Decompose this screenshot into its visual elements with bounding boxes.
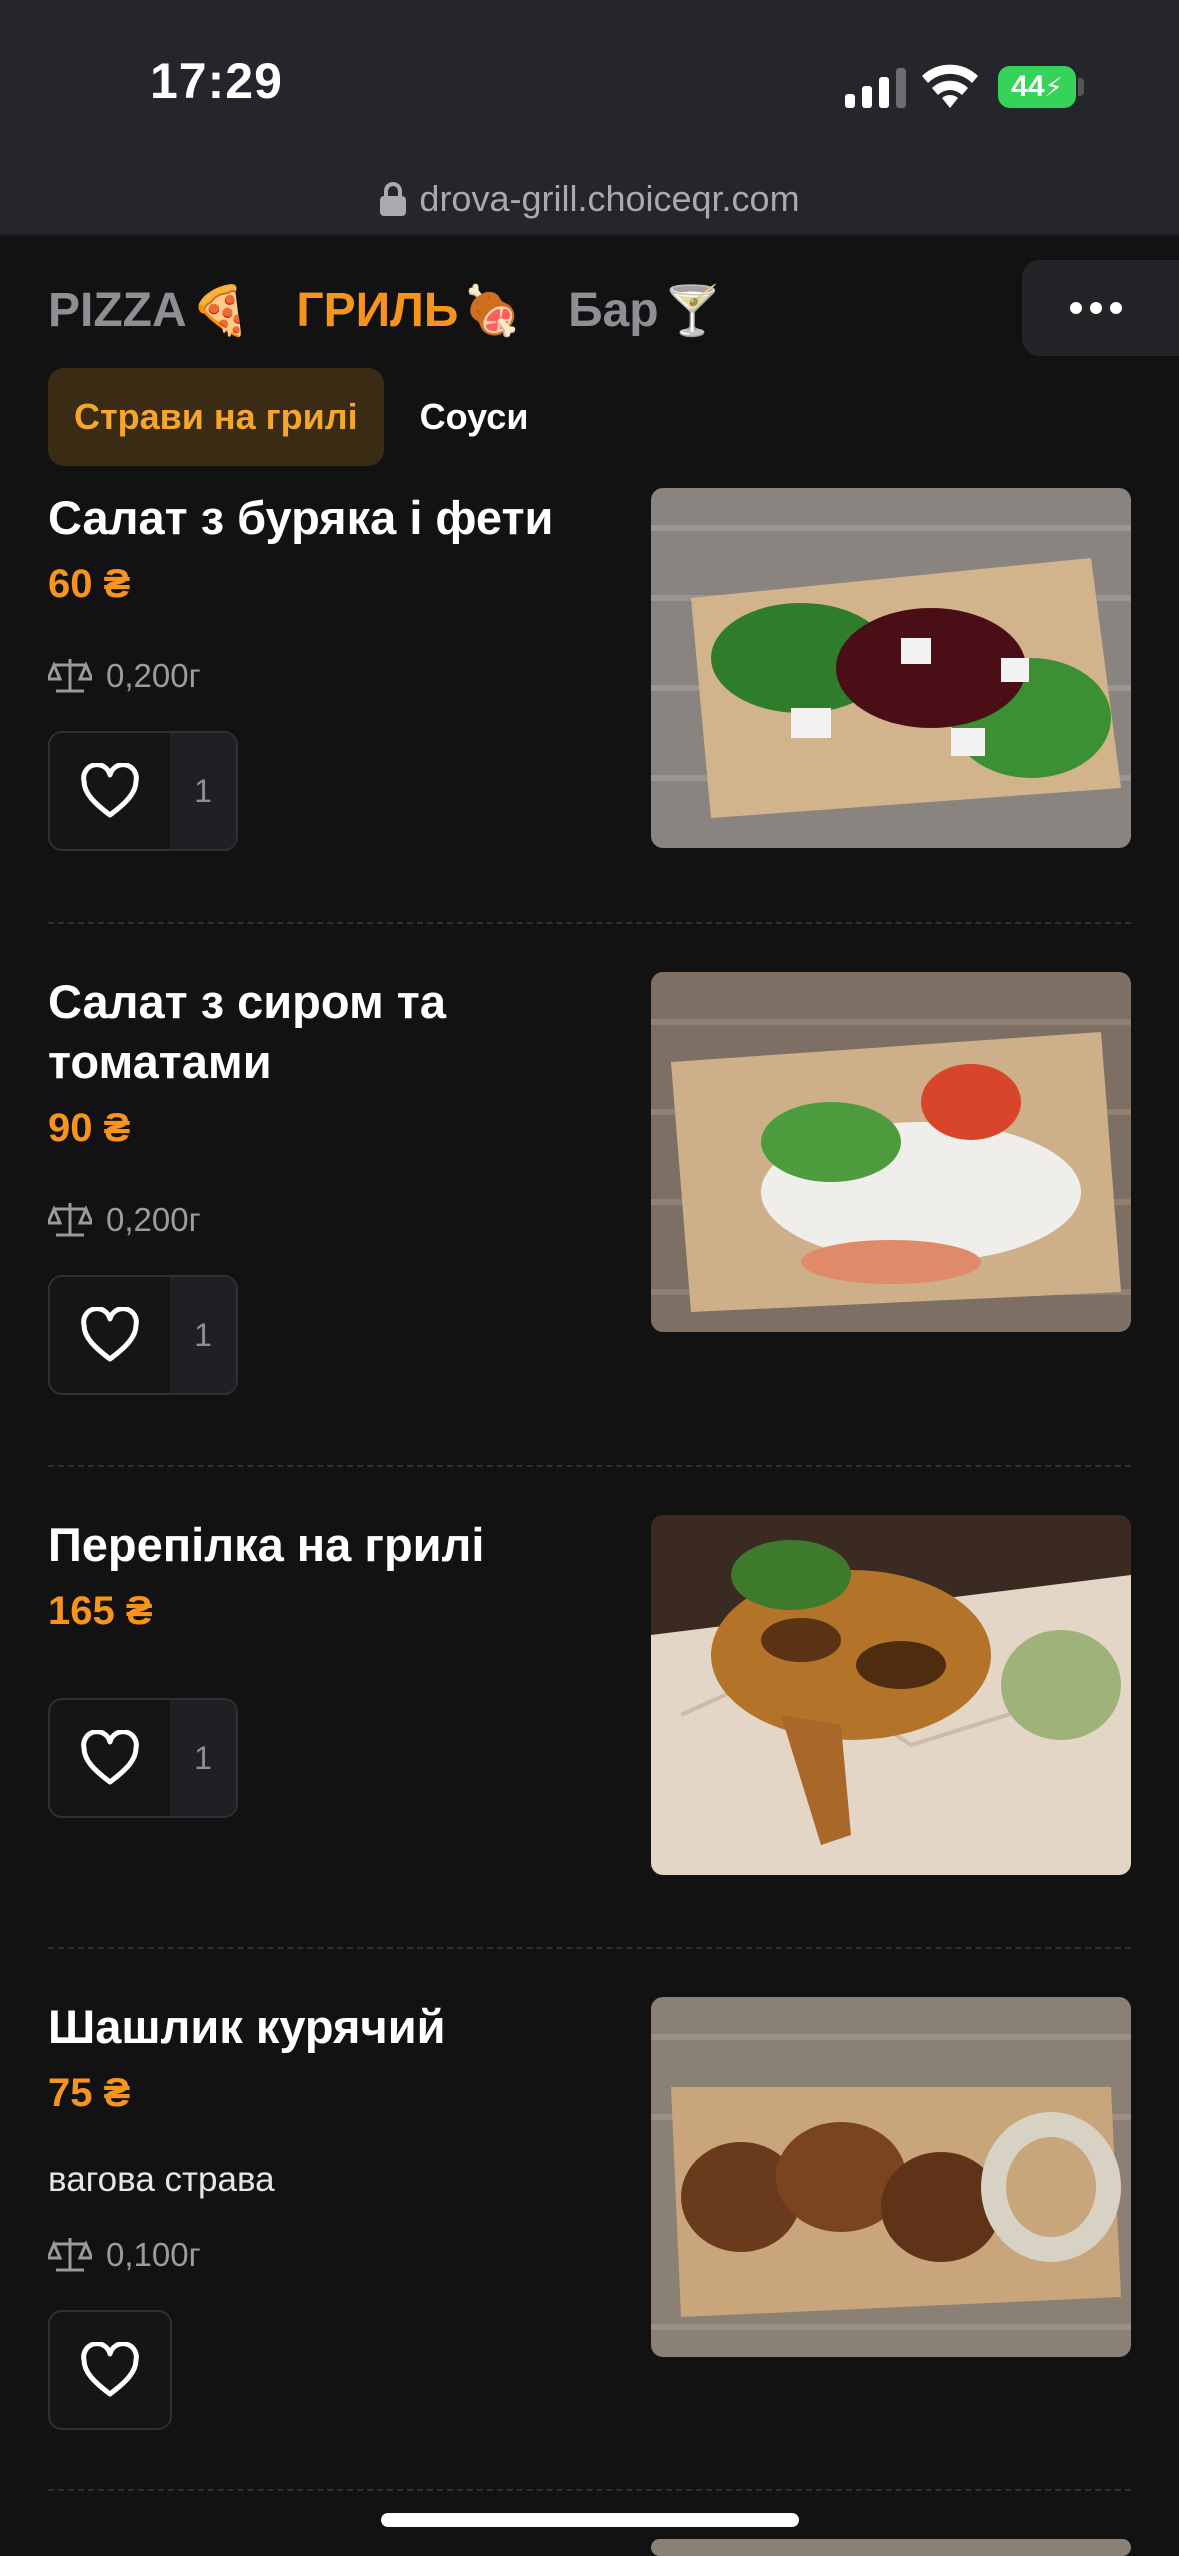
subcategory-tabs: Страви на грилі Соуси: [48, 368, 528, 466]
tab-pizza[interactable]: PIZZA 🍕: [48, 282, 250, 339]
favorite-button[interactable]: [50, 1277, 170, 1393]
scale-icon: [48, 1203, 92, 1237]
url-text: drova-grill.choiceqr.com: [419, 178, 800, 219]
battery-level: 44: [1011, 70, 1045, 103]
battery-icon: 44 ⚡: [998, 66, 1076, 108]
charging-icon: ⚡: [1044, 71, 1063, 102]
url-bar[interactable]: drova-grill.choiceqr.com: [0, 178, 1179, 220]
cheese-tomato-salad-image: [651, 972, 1131, 1332]
more-icon-dot: [1110, 302, 1122, 314]
item-weight-value: 0,200г: [106, 1201, 201, 1238]
heart-icon: [81, 2342, 139, 2397]
divider: [48, 1465, 1131, 1467]
tab-bar[interactable]: Бар 🍸: [568, 282, 722, 339]
beet-salad-image: [651, 488, 1131, 848]
item-photo-grilled-quail[interactable]: [651, 1515, 1131, 1875]
favorite-control: 1: [48, 1698, 238, 1818]
scale-icon: [48, 2238, 92, 2272]
signal-icon: [845, 68, 906, 108]
subtab-sauces[interactable]: Соуси: [420, 368, 529, 466]
grilled-quail-image: [651, 1515, 1131, 1875]
favorite-control: 1: [48, 1275, 238, 1395]
status-time: 17:29: [150, 53, 283, 109]
cocktail-icon: 🍸: [662, 284, 723, 338]
tab-bar-label: Бар: [568, 283, 659, 337]
item-title: Перепілка на грилі: [48, 1518, 485, 1571]
favorite-count: 1: [170, 733, 236, 849]
more-icon-dot: [1070, 302, 1082, 314]
item-photo-beet-salad[interactable]: [651, 488, 1131, 848]
pizza-icon: 🍕: [190, 284, 251, 338]
item-photo-next[interactable]: [651, 2539, 1131, 2556]
divider: [48, 922, 1131, 924]
favorite-count: 1: [170, 1700, 236, 1816]
category-tabs: PIZZA 🍕 ГРИЛЬ 🍖 Бар 🍸: [48, 270, 722, 350]
favorite-control: 1: [48, 731, 238, 851]
tab-grill[interactable]: ГРИЛЬ 🍖: [296, 282, 522, 339]
scale-icon: [48, 659, 92, 693]
favorite-count: 1: [170, 1277, 236, 1393]
item-photo-cheese-tomato-salad[interactable]: [651, 972, 1131, 1332]
heart-icon: [81, 1730, 139, 1785]
divider: [48, 1947, 1131, 1949]
more-button[interactable]: [1022, 260, 1179, 356]
meat-icon: 🍖: [462, 284, 523, 338]
heart-icon: [81, 1307, 139, 1362]
tab-grill-label: ГРИЛЬ: [296, 283, 459, 337]
item-title: Салат з буряка і фети: [48, 491, 554, 544]
item-photo-chicken-kebab[interactable]: [651, 1997, 1131, 2357]
item-title: Шашлик курячий: [48, 2000, 446, 2053]
favorite-button[interactable]: [50, 1700, 170, 1816]
item-title: Салат з сиром та томатами: [48, 975, 446, 1088]
heart-icon: [81, 763, 139, 818]
page: 17:29 44 ⚡ drova-grill.choiceqr.com PIZZ…: [0, 0, 1179, 2556]
favorite-button[interactable]: [50, 2312, 170, 2428]
item-weight-value: 0,200г: [106, 657, 201, 694]
more-icon-dot: [1090, 302, 1102, 314]
lock-icon: [380, 182, 407, 216]
wifi-icon: [922, 64, 978, 108]
item-weight-value: 0,100г: [106, 2236, 201, 2273]
tab-pizza-label: PIZZA: [48, 283, 187, 337]
next-item-image: [651, 2539, 1131, 2556]
home-indicator[interactable]: [381, 2513, 799, 2527]
favorite-button[interactable]: [50, 733, 170, 849]
divider: [48, 2489, 1131, 2491]
chicken-kebab-image: [651, 1997, 1131, 2357]
favorite-control: [48, 2310, 172, 2430]
subtab-grill-dishes[interactable]: Страви на грилі: [48, 368, 384, 466]
battery-tip: [1078, 78, 1084, 96]
browser-top-bar: 17:29 44 ⚡ drova-grill.choiceqr.com: [0, 0, 1179, 236]
